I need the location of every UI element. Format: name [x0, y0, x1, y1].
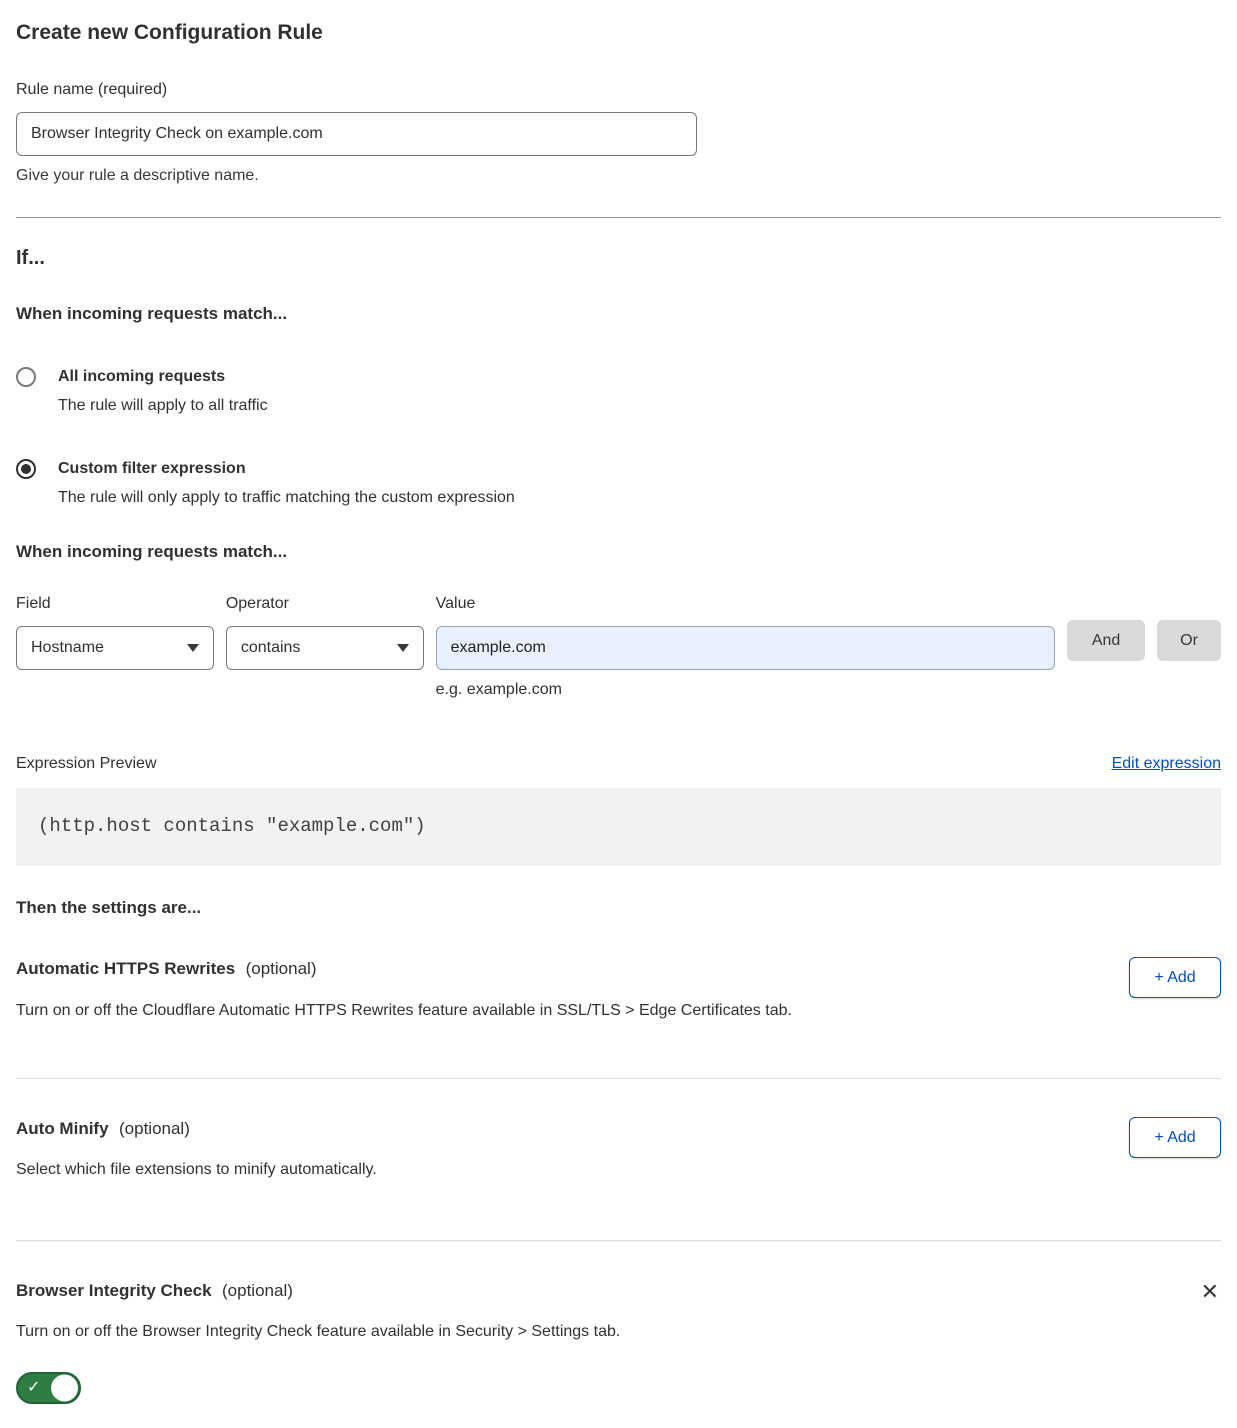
radio-button-unselected[interactable]: [16, 367, 36, 387]
check-icon: ✓: [27, 1376, 40, 1398]
setting-title: Auto Minify: [16, 1119, 109, 1138]
setting-auto-minify: Auto Minify (optional) Select which file…: [16, 1079, 1221, 1241]
browser-integrity-check-toggle[interactable]: ✓: [16, 1372, 81, 1404]
setting-title: Browser Integrity Check: [16, 1281, 212, 1300]
setting-browser-integrity-check: Browser Integrity Check (optional) Turn …: [16, 1241, 1221, 1404]
expression-code: (http.host contains "example.com"): [38, 813, 426, 840]
or-button[interactable]: Or: [1157, 620, 1221, 661]
radio-desc-custom-filter: The rule will only apply to traffic matc…: [58, 487, 515, 509]
section-divider: [16, 217, 1221, 218]
radio-button-selected[interactable]: [16, 459, 36, 479]
if-heading: If...: [16, 244, 1221, 272]
filter-builder-heading: When incoming requests match...: [16, 540, 1221, 564]
edit-expression-link[interactable]: Edit expression: [1112, 753, 1221, 775]
settings-heading: Then the settings are...: [16, 896, 1221, 920]
add-auto-minify-button[interactable]: + Add: [1129, 1117, 1221, 1158]
value-label: Value: [436, 593, 1055, 615]
value-help: e.g. example.com: [436, 679, 1055, 701]
add-automatic-https-rewrites-button[interactable]: + Add: [1129, 957, 1221, 998]
radio-label-all-requests: All incoming requests: [58, 366, 268, 388]
close-icon[interactable]: ✕: [1199, 1281, 1221, 1303]
rule-name-help: Give your rule a descriptive name.: [16, 165, 1221, 187]
rule-name-input[interactable]: [16, 112, 697, 156]
field-label: Field: [16, 593, 214, 615]
operator-select[interactable]: contains: [226, 626, 424, 670]
setting-automatic-https-rewrites: Automatic HTTPS Rewrites (optional) Turn…: [16, 919, 1221, 1079]
radio-option-custom-filter[interactable]: Custom filter expression The rule will o…: [16, 458, 1221, 510]
rule-name-group: Rule name (required) Give your rule a de…: [16, 79, 1221, 187]
filter-builder-row: Field Hostname Operator contains Value e…: [16, 593, 1221, 701]
rule-name-label: Rule name (required): [16, 79, 1221, 101]
toggle-knob: [51, 1374, 78, 1401]
and-button[interactable]: And: [1067, 620, 1145, 661]
radio-desc-all-requests: The rule will apply to all traffic: [58, 395, 268, 417]
setting-description: Turn on or off the Cloudflare Automatic …: [16, 1000, 792, 1022]
setting-optional-tag: (optional): [222, 1281, 293, 1300]
radio-label-custom-filter: Custom filter expression: [58, 458, 515, 480]
expression-preview-label: Expression Preview: [16, 753, 157, 775]
operator-label: Operator: [226, 593, 424, 615]
setting-description: Select which file extensions to minify a…: [16, 1159, 377, 1181]
setting-title: Automatic HTTPS Rewrites: [16, 959, 235, 978]
field-select-value: Hostname: [31, 637, 104, 659]
expression-preview-header: Expression Preview Edit expression: [16, 753, 1221, 775]
chevron-down-icon: [187, 644, 199, 652]
setting-optional-tag: (optional): [119, 1119, 190, 1138]
radio-option-all-requests[interactable]: All incoming requests The rule will appl…: [16, 366, 1221, 418]
setting-optional-tag: (optional): [246, 959, 317, 978]
value-input[interactable]: [436, 626, 1055, 670]
field-select[interactable]: Hostname: [16, 626, 214, 670]
chevron-down-icon: [397, 644, 409, 652]
setting-description: Turn on or off the Browser Integrity Che…: [16, 1321, 620, 1343]
page-title: Create new Configuration Rule: [16, 18, 1221, 47]
operator-select-value: contains: [241, 637, 301, 659]
expression-preview-box: (http.host contains "example.com"): [16, 788, 1221, 866]
match-heading: When incoming requests match...: [16, 302, 1221, 326]
create-configuration-rule-form: Create new Configuration Rule Rule name …: [0, 0, 1237, 1428]
